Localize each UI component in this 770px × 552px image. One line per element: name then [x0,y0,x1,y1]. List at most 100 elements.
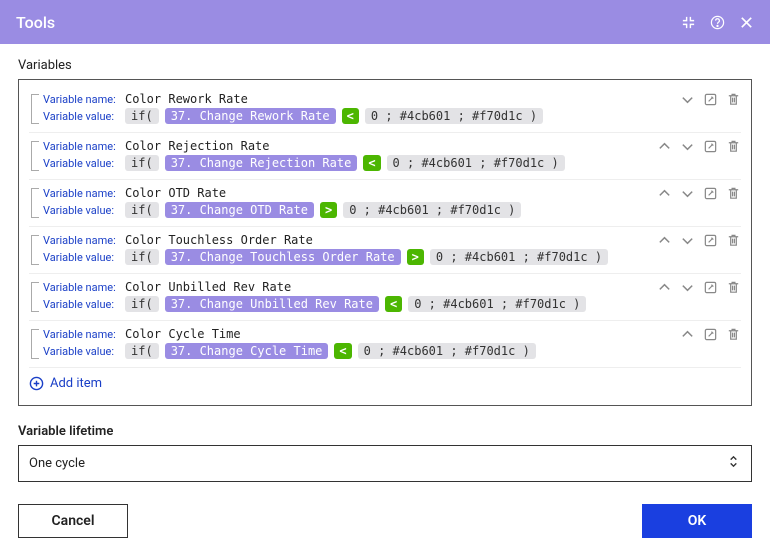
variable-row: Variable name: Color OTD Rate Variable val… [29,180,741,227]
bracket-icon [31,235,39,265]
bracket-icon [31,188,39,218]
move-down-icon[interactable] [680,186,695,201]
reference-chip: 37. Change Rejection Rate [165,155,358,171]
variable-name-value: Color OTD Rate [125,186,226,200]
delete-icon[interactable] [726,92,741,107]
variable-name-value: Color Touchless Order Rate [125,233,313,247]
move-up-icon[interactable] [657,280,672,295]
edit-icon[interactable] [703,233,718,248]
operator-chip: < [334,343,351,359]
variable-value-key: Variable value: [29,251,119,264]
bracket-icon [31,329,39,359]
args-chip: 0 ; #4cb601 ; #f70d1c ) [365,108,543,124]
row-actions [657,186,741,201]
edit-icon[interactable] [703,92,718,107]
move-down-icon[interactable] [680,92,695,107]
delete-icon[interactable] [726,233,741,248]
operator-chip: < [385,296,402,312]
row-actions [657,233,741,248]
variable-row: Variable name: Color Rework Rate Variable … [29,86,741,133]
variable-name-key: Variable name: [29,234,119,247]
lifetime-label: Variable lifetime [18,424,752,439]
header-actions [681,15,754,30]
row-actions [680,92,741,107]
args-chip: 0 ; #4cb601 ; #f70d1c ) [358,343,536,359]
variable-name-key: Variable name: [29,328,119,341]
variables-list: Variable name: Color Rework Rate Variable … [18,79,752,406]
variable-value-key: Variable value: [29,204,119,217]
dialog-body: Variables Variable name: Color Rework Rat… [0,44,770,482]
edit-icon[interactable] [703,139,718,154]
dialog-title: Tools [16,13,681,32]
delete-icon[interactable] [726,186,741,201]
variable-name-value: Color Unbilled Rev Rate [125,280,291,294]
variable-name-value: Color Rework Rate [125,92,248,106]
if-chip: if( [125,296,159,312]
if-chip: if( [125,249,159,265]
reference-chip: 37. Change Rework Rate [165,108,336,124]
row-actions [657,139,741,154]
if-chip: if( [125,108,159,124]
lifetime-value: One cycle [29,456,85,471]
variable-name-value: Color Rejection Rate [125,139,270,153]
move-up-icon[interactable] [680,327,695,342]
variable-row: Variable name: Color Unbilled Rev Rate Var… [29,274,741,321]
args-chip: 0 ; #4cb601 ; #f70d1c ) [343,202,521,218]
if-chip: if( [125,202,159,218]
move-down-icon[interactable] [680,139,695,154]
bracket-icon [31,94,39,124]
minimize-icon[interactable] [681,15,696,30]
reference-chip: 37. Change Touchless Order Rate [165,249,401,265]
edit-icon[interactable] [703,186,718,201]
reference-chip: 37. Change Cycle Time [165,343,329,359]
operator-chip: < [342,108,359,124]
add-item-label: Add item [50,376,102,391]
add-item-button[interactable]: Add item [29,376,102,391]
variable-value-key: Variable value: [29,298,119,311]
ok-button[interactable]: OK [642,504,752,538]
reference-chip: 37. Change Unbilled Rev Rate [165,296,379,312]
variable-name-key: Variable name: [29,281,119,294]
variable-name-key: Variable name: [29,187,119,200]
bracket-icon [31,141,39,171]
variable-value-key: Variable value: [29,157,119,170]
operator-chip: < [363,155,380,171]
move-up-icon[interactable] [657,233,672,248]
close-icon[interactable] [739,15,754,30]
variable-row: Variable name: Color Cycle Time Variable v… [29,321,741,368]
delete-icon[interactable] [726,139,741,154]
variable-name-key: Variable name: [29,140,119,153]
bracket-icon [31,282,39,312]
variable-row: Variable name: Color Rejection Rate Variab… [29,133,741,180]
if-chip: if( [125,343,159,359]
edit-icon[interactable] [703,327,718,342]
move-down-icon[interactable] [680,233,695,248]
operator-chip: > [320,202,337,218]
row-actions [680,327,741,342]
variables-section-label: Variables [18,58,752,73]
delete-icon[interactable] [726,327,741,342]
reference-chip: 37. Change OTD Rate [165,202,314,218]
lifetime-select[interactable]: One cycle [18,445,752,482]
args-chip: 0 ; #4cb601 ; #f70d1c ) [387,155,565,171]
variable-name-key: Variable name: [29,93,119,106]
dialog-footer: Cancel OK [18,504,752,538]
edit-icon[interactable] [703,280,718,295]
row-actions [657,280,741,295]
dialog-header: Tools [0,0,770,44]
args-chip: 0 ; #4cb601 ; #f70d1c ) [430,249,608,265]
help-icon[interactable] [710,15,725,30]
args-chip: 0 ; #4cb601 ; #f70d1c ) [408,296,586,312]
delete-icon[interactable] [726,280,741,295]
variable-value-key: Variable value: [29,345,119,358]
operator-chip: > [407,249,424,265]
move-up-icon[interactable] [657,139,672,154]
cancel-button[interactable]: Cancel [18,504,128,538]
move-up-icon[interactable] [657,186,672,201]
variable-row: Variable name: Color Touchless Order Rate… [29,227,741,274]
select-arrows-icon [726,454,741,473]
variable-value-key: Variable value: [29,110,119,123]
move-down-icon[interactable] [680,280,695,295]
if-chip: if( [125,155,159,171]
variable-name-value: Color Cycle Time [125,327,241,341]
